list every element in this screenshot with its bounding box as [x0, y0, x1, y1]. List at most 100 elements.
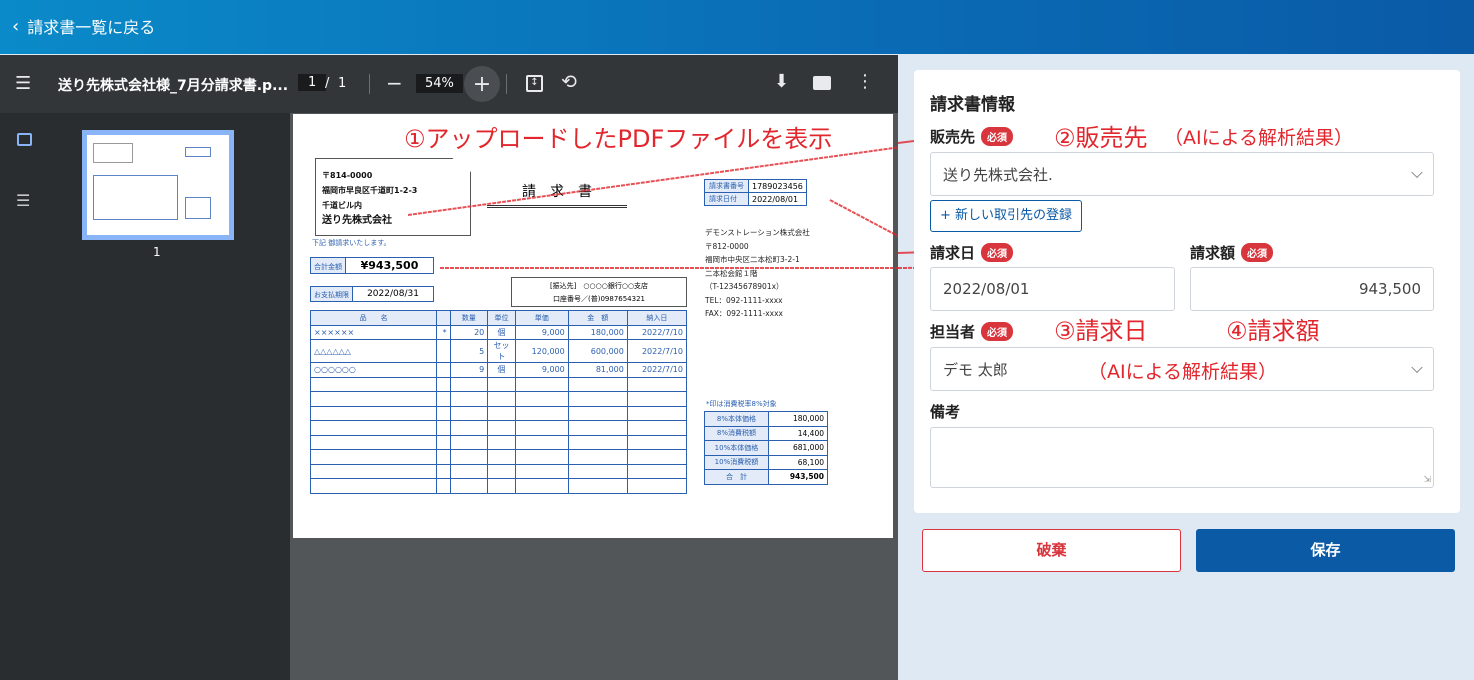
table-cell: 9,000: [514, 324, 569, 340]
thumbnail-page-number: 1: [153, 245, 161, 259]
table-cell: 180,000: [567, 324, 628, 340]
form-title: 請求書情報: [930, 95, 1015, 115]
pdf-viewer: ☰ 送り先株式会社様_7月分請求書.p... 1 / 1 − 54% + ↕ ⟲…: [0, 55, 898, 680]
due-value: 2022/08/31: [367, 289, 419, 299]
tax-row: 8%本体価格 180,000: [704, 411, 829, 427]
items-header-cell: 納入日: [626, 310, 688, 326]
table-cell: *: [436, 324, 451, 340]
items-header-row: 品 名数量 単位 単価金 額納入日: [309, 310, 688, 326]
tax-label: 10%本体価格: [704, 440, 769, 456]
invoice-form-panel: 請求書情報 販売先 必須 送り先株式会社. + 新しい取引先の登録 請求日 必須…: [898, 55, 1474, 680]
table-cell: [514, 478, 569, 494]
tax-row: 10%本体価格 681,000: [704, 440, 829, 456]
table-cell: [567, 434, 628, 450]
table-cell: [514, 449, 569, 465]
table-cell: 個: [487, 324, 516, 340]
invoice-doc-title: 請 求 書: [487, 181, 627, 208]
items-table: 品 名数量 単位 単価金 額納入日 ×××××× * 20 個 9,000 180,000 202…: [309, 310, 688, 494]
recipient-building: 千道ビル内: [322, 201, 362, 210]
table-cell: 20: [449, 324, 489, 340]
table-cell: [487, 449, 516, 465]
page-thumbnail[interactable]: [82, 130, 234, 240]
table-cell: ○○○○○○: [309, 362, 438, 378]
thumbnail-view-icon[interactable]: [17, 133, 32, 146]
invoice-date-input[interactable]: 2022/08/01: [930, 267, 1175, 311]
required-badge: 必須: [981, 322, 1014, 341]
invoice-date-label: 請求日付: [704, 192, 749, 206]
items-header-cell: 金 額: [567, 310, 628, 326]
bank-info-box: [振込先] ○○○○銀行○○支店 口座番号／(普)0987654321: [511, 277, 687, 307]
outline-view-icon[interactable]: ☰: [16, 191, 30, 210]
new-partner-button[interactable]: + 新しい取引先の登録: [930, 200, 1083, 232]
table-cell: 81,000: [567, 362, 628, 378]
table-cell: [626, 405, 688, 421]
annotation-seller-sub: （AIによる解析結果）: [1164, 127, 1354, 149]
table-cell: [436, 391, 451, 407]
recipient-address: 福岡市早良区千道町1-2-3: [322, 186, 418, 195]
table-cell: [487, 420, 516, 436]
top-bar: ‹ 請求書一覧に戻る: [0, 0, 1474, 54]
tax-value: 681,000: [767, 440, 829, 456]
table-cell: 2022/7/10: [626, 339, 688, 363]
total-label: 合計金額: [311, 258, 346, 273]
tax-value: 943,500: [767, 469, 829, 485]
tax-label: 8%消費税額: [704, 425, 769, 441]
pdf-filename: 送り先株式会社様_7月分請求書.p...: [58, 78, 289, 94]
seller-label-text: 販売先: [930, 128, 976, 146]
menu-icon[interactable]: ☰: [15, 73, 31, 94]
table-cell: [567, 420, 628, 436]
toolbar-divider: [506, 74, 507, 94]
invoice-date-value: 2022/08/01: [943, 280, 1030, 298]
annotation-date-amount-sub: （AIによる解析結果）: [1088, 361, 1278, 383]
table-cell: △△△△△△: [309, 339, 438, 363]
tax-row: 10%消費税額 68,100: [704, 454, 829, 470]
table-cell: [487, 405, 516, 421]
table-cell: [436, 420, 451, 436]
table-row: [309, 434, 688, 450]
zoom-in-button[interactable]: +: [464, 66, 500, 102]
table-cell: [309, 376, 438, 392]
bank-account: 口座番号／(普)0987654321: [553, 295, 645, 303]
table-row: ×××××× * 20 個 9,000 180,000 2022/7/10: [309, 324, 688, 340]
seller-select[interactable]: 送り先株式会社.: [930, 152, 1434, 196]
thumbnail-sidebar: ☰ 1: [0, 113, 290, 680]
tax-value: 68,100: [767, 454, 829, 470]
tax-value: 14,400: [767, 425, 829, 441]
discard-button[interactable]: 破棄: [922, 529, 1181, 572]
zoom-level[interactable]: 54%: [416, 74, 463, 93]
table-cell: 9: [449, 362, 489, 378]
table-cell: [626, 434, 688, 450]
total-value: ¥943,500: [360, 259, 419, 272]
pdf-page: 〒814-0000 福岡市早良区千道町1-2-3 千道ビル内 送り先株式会社 請…: [293, 114, 893, 538]
table-cell: [487, 391, 516, 407]
save-button[interactable]: 保存: [1196, 529, 1455, 572]
table-cell: [514, 405, 569, 421]
issuer-info: デモンストレーション株式会社 〒812-0000 福岡市中央区二本松町3-2-1…: [705, 226, 810, 321]
table-cell: [514, 420, 569, 436]
print-icon[interactable]: [813, 76, 831, 90]
bank-name: [振込先] ○○○○銀行○○支店: [549, 282, 649, 290]
table-cell: [626, 463, 688, 479]
chevron-down-icon: [1411, 166, 1423, 179]
table-cell: [309, 463, 438, 479]
tax-note: *印は消費税率8%対象: [706, 400, 777, 408]
invoice-amount-input[interactable]: 943,500: [1190, 267, 1434, 311]
rotate-icon[interactable]: ⟲: [561, 71, 577, 93]
plus-icon: +: [472, 71, 492, 97]
back-to-list-link[interactable]: ‹ 請求書一覧に戻る: [12, 14, 155, 38]
download-icon[interactable]: ⬇: [774, 71, 789, 92]
items-header-cell: 単位: [487, 310, 516, 326]
date-label-text: 請求日: [930, 244, 976, 262]
resize-handle-icon[interactable]: ⇲: [1423, 475, 1431, 485]
fit-page-icon[interactable]: ↕: [526, 75, 543, 92]
back-label: 請求書一覧に戻る: [27, 18, 156, 37]
table-cell: [309, 391, 438, 407]
table-cell: [436, 376, 451, 392]
table-cell: 5: [449, 339, 489, 363]
remarks-label-text: 備考: [930, 403, 961, 421]
page-number-input[interactable]: 1: [298, 74, 327, 91]
remarks-textarea[interactable]: ⇲: [930, 427, 1434, 488]
zoom-out-icon[interactable]: −: [386, 71, 403, 95]
more-options-icon[interactable]: ⋮: [856, 71, 874, 92]
issuer-address: 福岡市中央区二本松町3-2-1: [705, 255, 800, 264]
